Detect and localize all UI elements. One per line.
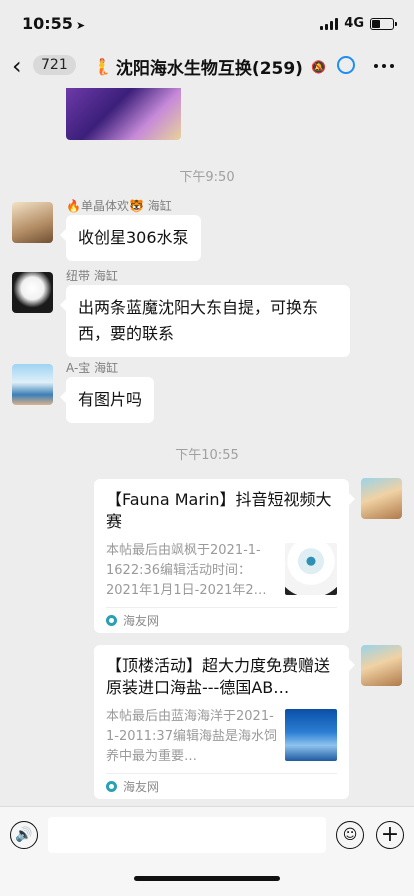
card-source: 海友网 <box>106 607 337 633</box>
card-source: 海友网 <box>106 773 337 799</box>
sender-name: A-宝 海缸 <box>66 361 119 375</box>
card-title: 【Fauna Marin】抖音短视频大赛 <box>106 490 332 531</box>
card-title: 【顶楼活动】超大力度免费赠送原装进口海盐---德国AB… <box>106 656 331 697</box>
card-thumbnail <box>285 709 337 761</box>
message-bubble[interactable]: 出两条蓝魔沈阳大东自提，可换东西，要的联系 <box>60 285 350 357</box>
card-description: 本帖最后由飒枫于2021-1-1622:36编辑活动时间：2021年1月1日-2… <box>106 543 267 598</box>
source-name: 海友网 <box>123 614 160 628</box>
card-description: 本帖最后由蓝海海洋于2021-1-2011:37编辑海盐是海水饲养中最为重要… <box>106 709 277 764</box>
mermaid-icon: 🧜 <box>92 57 112 76</box>
avatar[interactable] <box>12 364 53 405</box>
link-card[interactable]: 【Fauna Marin】抖音短视频大赛 本帖最后由飒枫于2021-1-1622… <box>94 479 355 633</box>
unread-count-badge[interactable]: 721 <box>33 55 76 75</box>
avatar[interactable] <box>12 272 53 313</box>
message-bubble[interactable]: 收创星306水泵 <box>60 215 201 261</box>
avatar[interactable] <box>12 202 53 243</box>
voice-icon[interactable]: 🔊 <box>10 821 38 849</box>
card-thumbnail <box>285 543 337 595</box>
battery-icon <box>370 17 397 30</box>
source-name: 海友网 <box>123 780 160 794</box>
location-icon: ➤ <box>75 19 86 32</box>
back-icon[interactable]: ‹ <box>12 53 22 79</box>
status-ring-icon[interactable] <box>337 56 355 74</box>
my-avatar[interactable] <box>361 478 402 519</box>
chat-header: ‹ 721 🧜 沈阳海水生物互换(259) 🔕 <box>0 46 414 88</box>
chat-title[interactable]: 🧜 沈阳海水生物互换(259) 🔕 <box>92 54 326 79</box>
plus-icon[interactable]: + <box>376 821 404 849</box>
message-input[interactable] <box>48 817 326 853</box>
image-message[interactable] <box>66 88 181 140</box>
sender-name: 🔥单晶体欢🐯 海缸 <box>66 199 172 213</box>
my-avatar[interactable] <box>361 645 402 686</box>
status-time: 10:55 ➤ <box>22 14 85 33</box>
source-logo-icon <box>106 781 117 792</box>
mute-icon: 🔕 <box>310 59 326 74</box>
timestamp: 下午10:55 <box>175 448 239 463</box>
network-label: 4G <box>344 16 364 31</box>
timestamp: 下午9:50 <box>179 170 235 185</box>
status-bar: 10:55 ➤ 4G <box>0 0 414 46</box>
clock-text: 10:55 <box>22 14 73 33</box>
more-icon[interactable] <box>374 64 394 68</box>
input-bar: 🔊 ☺ + <box>0 806 414 896</box>
source-logo-icon <box>106 615 117 626</box>
status-icons: 4G <box>320 16 397 31</box>
link-card[interactable]: 【顶楼活动】超大力度免费赠送原装进口海盐---德国AB… 本帖最后由蓝海海洋于2… <box>94 645 355 799</box>
sender-name: 纽带 海缸 <box>66 269 118 283</box>
emoji-icon[interactable]: ☺ <box>336 821 364 849</box>
message-list[interactable]: 下午9:50 🔥单晶体欢🐯 海缸 收创星306水泵 纽带 海缸 出两条蓝魔沈阳大… <box>0 88 414 806</box>
message-bubble[interactable]: 有图片吗 <box>59 377 155 423</box>
signal-icon <box>320 17 339 30</box>
group-title: 沈阳海水生物互换(259) <box>115 59 303 79</box>
home-indicator[interactable] <box>134 876 280 881</box>
